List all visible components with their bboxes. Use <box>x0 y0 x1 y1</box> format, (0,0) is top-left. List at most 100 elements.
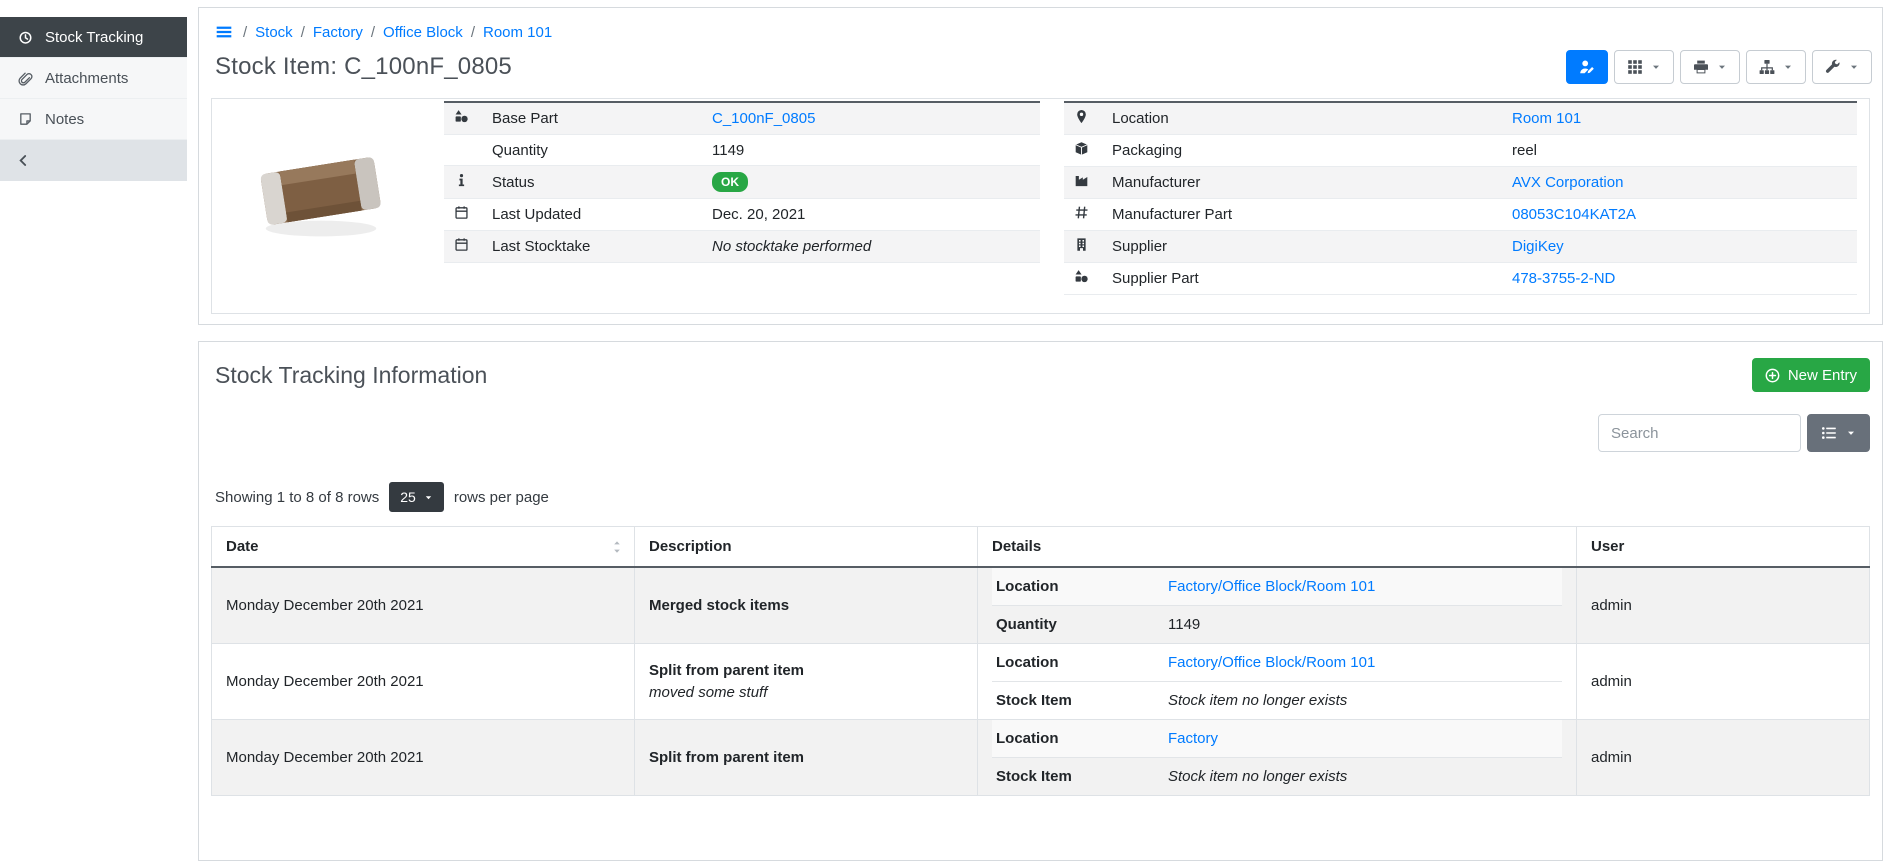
info-row: SupplierDigiKey <box>1064 231 1857 263</box>
breadcrumb-separator: / <box>371 24 375 41</box>
description-text: Split from parent item <box>649 662 963 679</box>
detail-label: Stock Item <box>996 768 1168 785</box>
tracking-table-head-row: DateDescriptionDetailsUser <box>212 527 1870 568</box>
info-label: Manufacturer Part <box>1102 199 1502 231</box>
caret-down-icon <box>1651 62 1661 72</box>
column-header-user: User <box>1577 527 1870 568</box>
info-value: Dec. 20, 2021 <box>712 206 805 223</box>
description-text: Split from parent item <box>649 749 963 766</box>
info-row: LocationRoom 101 <box>1064 102 1857 135</box>
breadcrumb-separator: / <box>243 24 247 41</box>
search-input[interactable] <box>1598 414 1801 452</box>
detail-value-link[interactable]: Factory <box>1168 730 1218 747</box>
user-cell: admin <box>1577 720 1870 796</box>
detail-label: Location <box>996 730 1168 747</box>
info-value-link[interactable]: DigiKey <box>1512 238 1564 255</box>
sidebar-item-attachments[interactable]: Attachments <box>0 58 187 99</box>
calendar-icon <box>454 205 469 220</box>
sidebar-item-notes[interactable]: Notes <box>0 99 187 140</box>
page-size-dropdown[interactable]: 25 <box>389 482 444 512</box>
print-options-button[interactable] <box>1680 50 1740 84</box>
tracking-table-body: Monday December 20th 2021Merged stock it… <box>212 567 1870 796</box>
detail-value-link[interactable]: Factory/Office Block/Room 101 <box>1168 654 1375 671</box>
detail-value: Stock item no longer exists <box>1168 768 1347 785</box>
user-edit-icon <box>1579 59 1595 75</box>
breadcrumb-link[interactable]: Factory <box>313 24 363 41</box>
list-icon <box>1821 425 1837 441</box>
menu-button[interactable] <box>213 21 235 43</box>
tools-icon <box>1825 59 1841 75</box>
info-value-link[interactable]: C_100nF_0805 <box>712 110 815 127</box>
tracking-row: Monday December 20th 2021 Split from pare… <box>212 720 1870 796</box>
column-header-date[interactable]: Date <box>212 527 635 568</box>
new-entry-label: New Entry <box>1788 367 1857 384</box>
breadcrumb-link[interactable]: Stock <box>255 24 293 41</box>
note-icon <box>16 112 34 127</box>
stock-info-table-left: Base PartC_100nF_0805Quantity1149StatusO… <box>444 101 1040 263</box>
sidebar-item-stock-tracking[interactable]: Stock Tracking <box>0 17 187 58</box>
detail-value: 1149 <box>1168 616 1200 633</box>
info-value-link[interactable]: 08053C104KAT2A <box>1512 206 1636 223</box>
info-label: Last Updated <box>482 199 702 231</box>
info-row: Supplier Part478-3755-2-ND <box>1064 263 1857 295</box>
detail-row: Stock ItemStock item no longer exists <box>992 682 1562 719</box>
date-cell: Monday December 20th 2021 <box>212 644 635 720</box>
plus-circle-icon <box>1765 368 1780 383</box>
shapes-icon <box>1074 269 1089 284</box>
stock-info-table-right: LocationRoom 101PackagingreelManufacture… <box>1064 101 1857 295</box>
column-label: Details <box>992 538 1041 555</box>
hashtag-icon <box>1074 205 1089 220</box>
tracking-row: Monday December 20th 2021Merged stock it… <box>212 567 1870 644</box>
info-label: Last Stocktake <box>482 231 702 263</box>
building-icon <box>1074 237 1089 252</box>
sidebar-item-label: Attachments <box>45 70 128 87</box>
box-icon <box>1074 141 1089 156</box>
user-edit-button[interactable] <box>1566 50 1608 84</box>
detail-row: LocationFactory/Office Block/Room 101 <box>992 644 1562 682</box>
detail-row: LocationFactory <box>992 720 1562 758</box>
info-value-link[interactable]: AVX Corporation <box>1512 174 1623 191</box>
page-size-value: 25 <box>400 489 416 505</box>
new-entry-button[interactable]: New Entry <box>1752 358 1870 392</box>
info-row: Packagingreel <box>1064 135 1857 167</box>
user-cell: admin <box>1577 644 1870 720</box>
part-image[interactable] <box>242 115 400 265</box>
calendar-icon <box>454 237 469 252</box>
tracking-panel-header: Stock Tracking Information New Entry <box>199 342 1882 402</box>
info-row: Last Updated Dec. 20, 2021 <box>444 199 1040 231</box>
status-badge: OK <box>712 172 748 192</box>
breadcrumb-link[interactable]: Office Block <box>383 24 463 41</box>
actions-button[interactable] <box>1812 50 1872 84</box>
column-label: Date <box>226 538 259 555</box>
info-value: reel <box>1512 142 1537 159</box>
info-icon <box>454 173 469 188</box>
breadcrumb-separator: / <box>301 24 305 41</box>
sitemap-icon <box>1759 59 1775 75</box>
date-cell: Monday December 20th 2021 <box>212 720 635 796</box>
info-value: No stocktake performed <box>712 238 871 255</box>
table-controls <box>199 402 1882 452</box>
stock-options-button[interactable] <box>1746 50 1806 84</box>
shapes-icon <box>454 109 469 124</box>
caret-down-icon <box>424 493 433 502</box>
detail-value-link[interactable]: Factory/Office Block/Room 101 <box>1168 578 1375 595</box>
info-value-link[interactable]: Room 101 <box>1512 110 1581 127</box>
sidebar-collapse-button[interactable] <box>0 140 187 181</box>
info-value-link[interactable]: 478-3755-2-ND <box>1512 270 1615 287</box>
sort-icon[interactable] <box>610 540 624 554</box>
detail-label: Location <box>996 578 1168 595</box>
display-options-button[interactable] <box>1614 50 1674 84</box>
info-row: StatusOK <box>444 166 1040 199</box>
page-title: Stock Item: C_100nF_0805 <box>215 53 512 81</box>
info-row: Quantity1149 <box>444 135 1040 166</box>
stock-info-card: Base PartC_100nF_0805Quantity1149StatusO… <box>211 98 1870 314</box>
columns-dropdown-button[interactable] <box>1807 414 1870 452</box>
info-row: Manufacturer Part 08053C104KAT2A <box>1064 199 1857 231</box>
info-row: ManufacturerAVX Corporation <box>1064 167 1857 199</box>
map-marker-icon <box>1074 109 1089 124</box>
tracking-panel-title: Stock Tracking Information <box>215 362 487 389</box>
sidebar: Stock Tracking Attachments Notes <box>0 17 187 181</box>
breadcrumb-link[interactable]: Room 101 <box>483 24 552 41</box>
info-value: 1149 <box>712 142 744 159</box>
history-icon <box>16 30 34 45</box>
